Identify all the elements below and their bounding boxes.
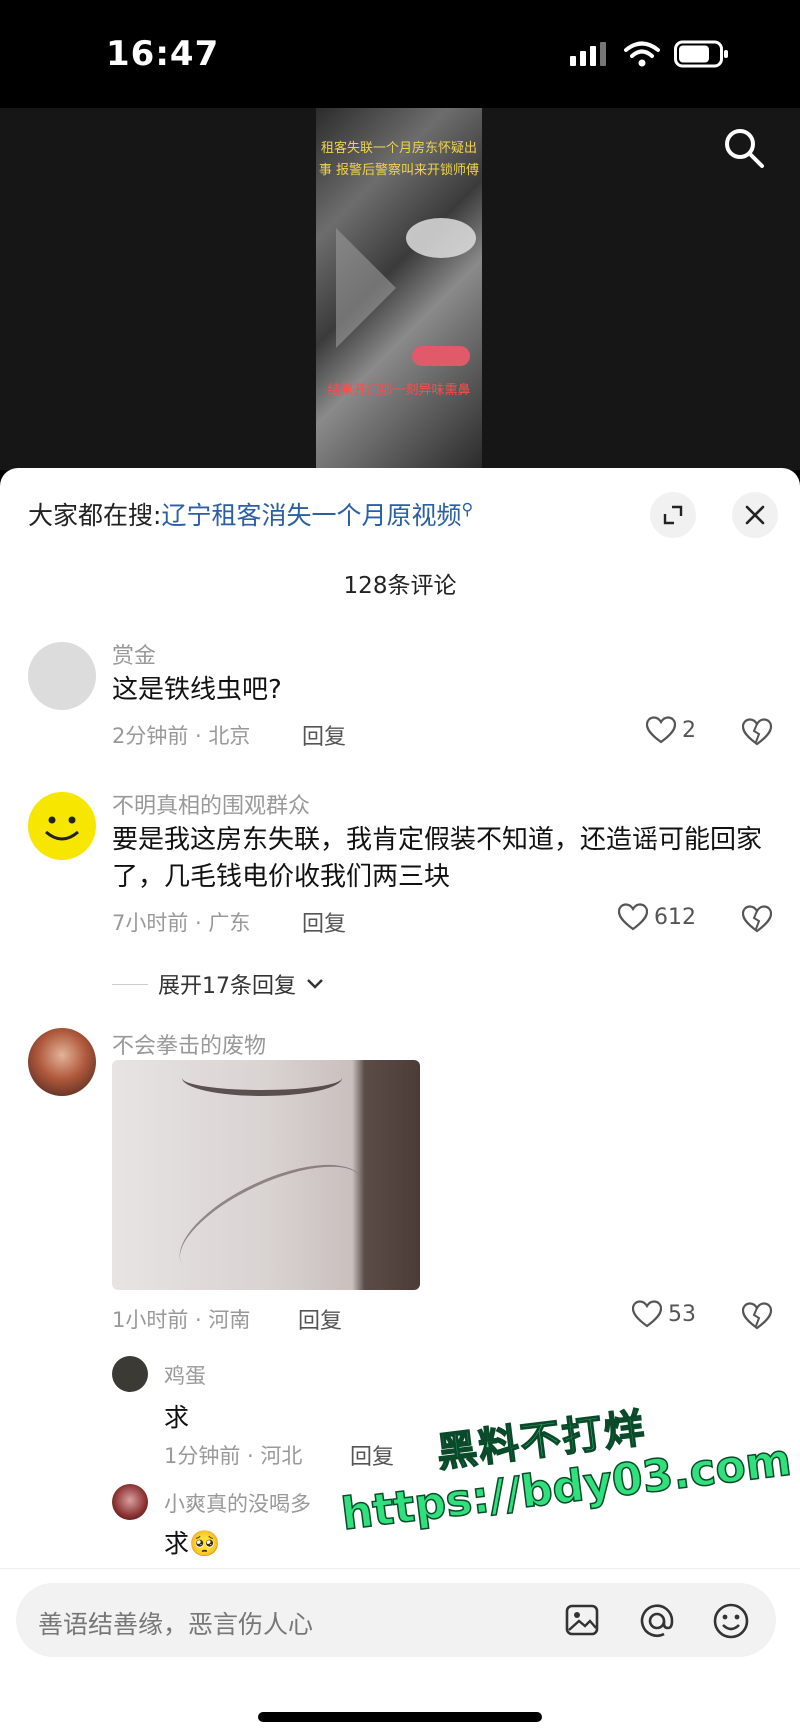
hot-search-prefix: 大家都在搜: bbox=[28, 501, 162, 530]
broken-heart-icon[interactable] bbox=[742, 905, 772, 933]
comment-text: 要是我这房东失联，我肯定假装不知道，还造谣可能回家了，几毛钱电价收我们两三块 bbox=[112, 825, 763, 892]
status-time: 16:47 bbox=[106, 34, 220, 74]
chevron-down-icon bbox=[307, 979, 323, 989]
reply-username[interactable]: 小爽真的没喝多 bbox=[164, 1488, 311, 1518]
video-caption-bottom: 结果开门那一刻异味熏鼻 bbox=[327, 383, 471, 398]
wifi-icon bbox=[624, 41, 660, 67]
avatar[interactable] bbox=[112, 1356, 148, 1392]
like-button[interactable]: 612 bbox=[618, 903, 696, 931]
video-caption-top: 租客失联一个月房东怀疑出事 报警后警察叫来开锁师傅 bbox=[318, 141, 480, 178]
avatar[interactable] bbox=[28, 1028, 96, 1096]
search-icon[interactable] bbox=[722, 126, 766, 170]
reply-button[interactable]: 回复 bbox=[350, 1439, 394, 1471]
reply-button[interactable]: 回复 bbox=[302, 719, 346, 751]
like-button[interactable]: 2 bbox=[646, 716, 696, 744]
like-button[interactable]: 53 bbox=[632, 1300, 696, 1328]
comment-time-location: 7小时前 · 广东 bbox=[112, 911, 251, 935]
reply-button[interactable]: 回复 bbox=[302, 906, 346, 938]
video-thumbnail: 租客失联一个月房东怀疑出事 报警后警察叫来开锁师傅 结果开门那一刻异味熏鼻 bbox=[316, 108, 482, 470]
reply-time-location: 1分钟前 · 河北 bbox=[164, 1444, 303, 1468]
expand-replies-label: 展开17条回复 bbox=[158, 974, 296, 999]
reply-text: 求🥺 bbox=[164, 1529, 221, 1558]
comment-username[interactable]: 赏金 bbox=[112, 638, 156, 670]
avatar[interactable] bbox=[112, 1484, 148, 1520]
expand-replies-button[interactable]: 展开17条回复 bbox=[112, 968, 324, 1000]
comment-input[interactable]: 善语结善缘，恶言伤人心 bbox=[16, 1583, 776, 1657]
comment-text: 这是铁线虫吧? bbox=[112, 675, 282, 705]
comment-time-location: 2分钟前 · 北京 bbox=[112, 724, 251, 748]
hot-search-link[interactable]: 辽宁租客消失一个月原视频 bbox=[161, 501, 461, 530]
status-bar: 16:47 bbox=[0, 0, 800, 108]
emoji-icon[interactable] bbox=[712, 1602, 750, 1640]
close-button[interactable] bbox=[732, 492, 778, 538]
like-count: 53 bbox=[668, 1301, 696, 1327]
like-count: 612 bbox=[654, 904, 696, 930]
hot-search[interactable]: 大家都在搜:辽宁租客消失一个月原视频⚲ bbox=[28, 496, 473, 532]
reply-username[interactable]: 鸡蛋 bbox=[164, 1360, 206, 1390]
comment-time-location: 1小时前 · 河南 bbox=[112, 1308, 251, 1332]
broken-heart-icon[interactable] bbox=[742, 1302, 772, 1330]
like-count: 2 bbox=[682, 717, 696, 743]
reply-button[interactable]: 回复 bbox=[298, 1303, 342, 1335]
home-indicator[interactable] bbox=[258, 1712, 542, 1722]
heart-icon bbox=[618, 903, 648, 931]
comment-sheet: 大家都在搜:辽宁租客消失一个月原视频⚲ 128条评论 赏金 这是铁线虫吧? 2分… bbox=[0, 468, 800, 1735]
comment-input-bar: 善语结善缘，恶言伤人心 bbox=[0, 1568, 800, 1736]
comment-username[interactable]: 不会拳击的废物 bbox=[112, 1028, 266, 1060]
signal-icon bbox=[570, 42, 606, 66]
comment-image[interactable] bbox=[112, 1060, 420, 1290]
expand-icon bbox=[663, 505, 683, 525]
heart-icon bbox=[646, 716, 676, 744]
battery-icon bbox=[674, 40, 728, 68]
comment-count: 128条评论 bbox=[343, 573, 457, 599]
magnifier-icon: ⚲ bbox=[461, 499, 474, 519]
close-icon bbox=[745, 505, 765, 525]
smiley-icon bbox=[45, 816, 79, 841]
expand-button[interactable] bbox=[650, 492, 696, 538]
image-icon[interactable] bbox=[564, 1602, 600, 1638]
broken-heart-icon[interactable] bbox=[742, 718, 772, 746]
mention-icon[interactable] bbox=[638, 1602, 676, 1640]
heart-icon bbox=[632, 1300, 662, 1328]
reply-text: 求 bbox=[164, 1403, 190, 1432]
comment-username[interactable]: 不明真相的围观群众 bbox=[112, 788, 310, 820]
comment-input-placeholder: 善语结善缘，恶言伤人心 bbox=[38, 1610, 314, 1639]
avatar[interactable] bbox=[28, 642, 96, 710]
video-player[interactable]: 租客失联一个月房东怀疑出事 报警后警察叫来开锁师傅 结果开门那一刻异味熏鼻 bbox=[0, 108, 800, 470]
avatar[interactable] bbox=[28, 792, 96, 860]
